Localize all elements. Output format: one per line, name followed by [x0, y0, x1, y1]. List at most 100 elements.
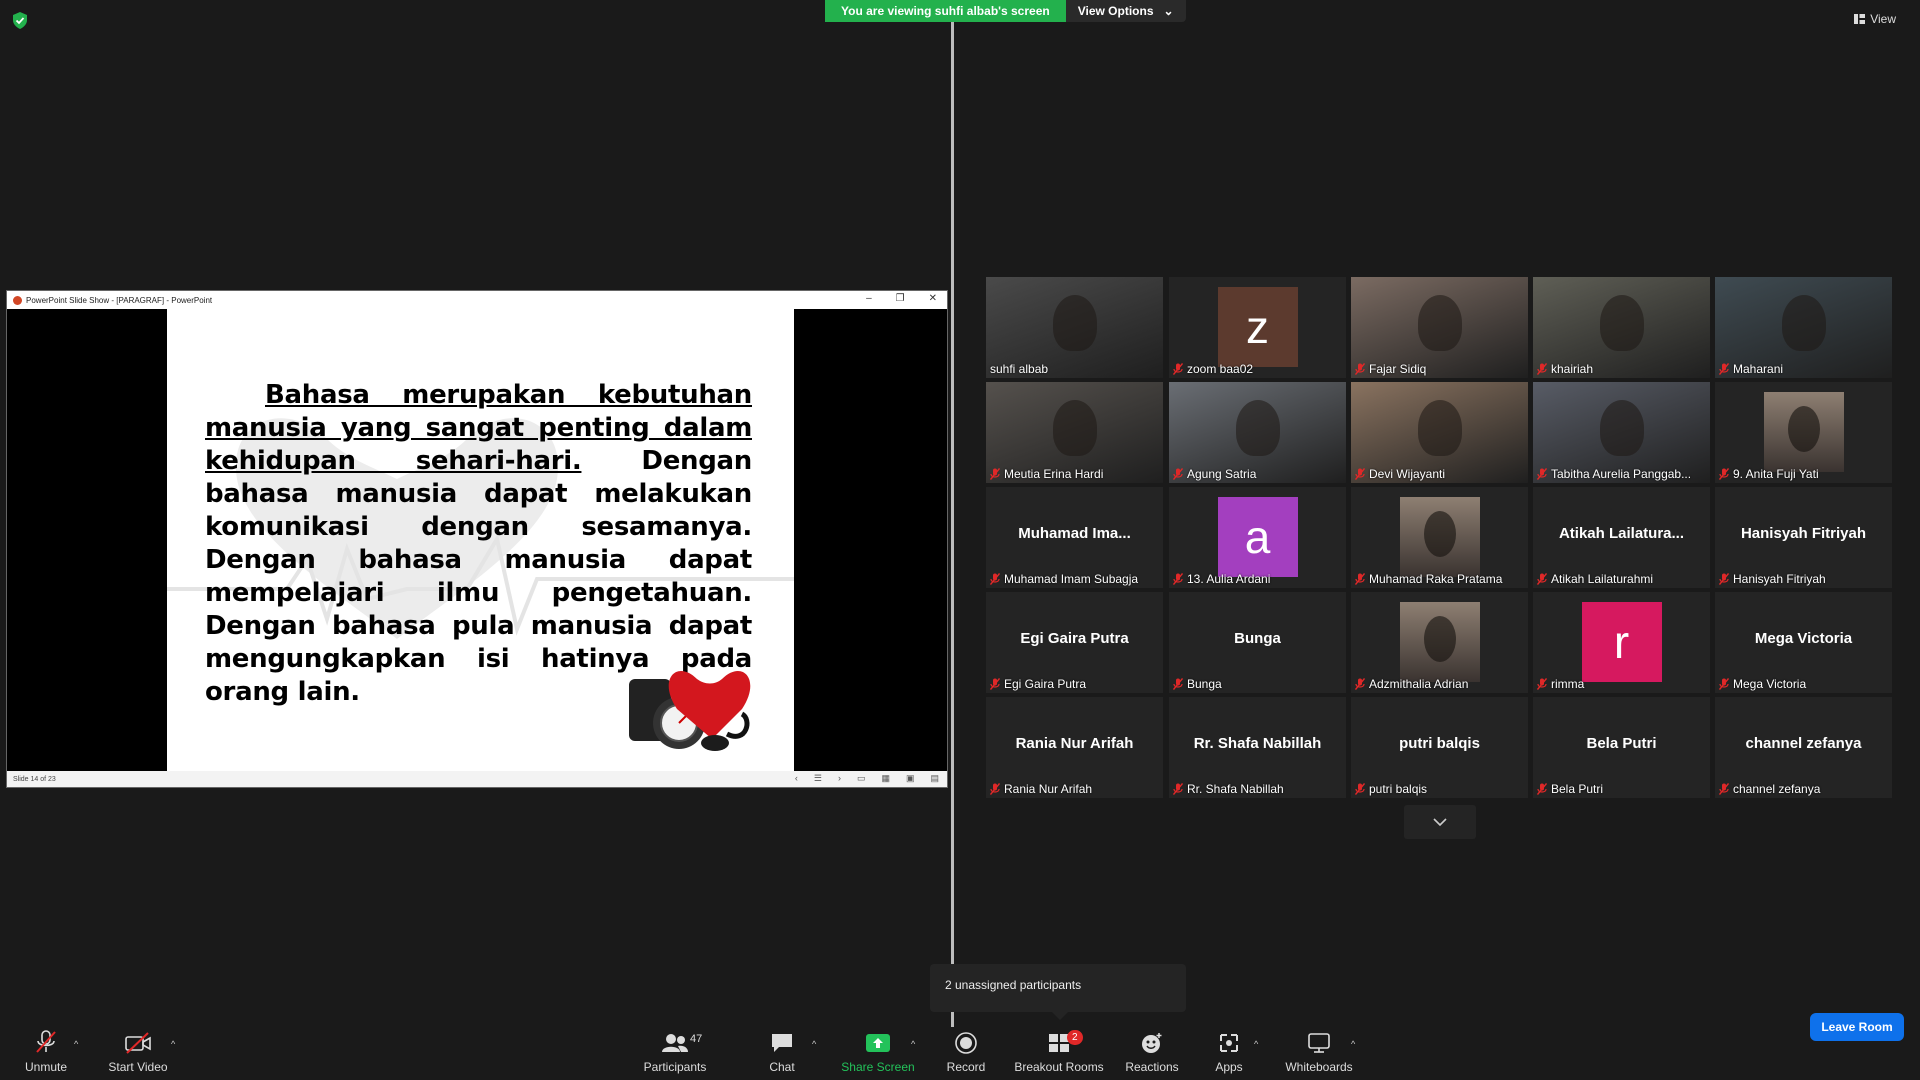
participant-name: Hanisyah Fitriyah [1733, 572, 1826, 586]
participant-name-label: Maharani [1719, 362, 1783, 376]
participant-name: khairiah [1551, 362, 1594, 376]
muted-mic-icon [1719, 783, 1729, 795]
participant-silhouette [1599, 400, 1644, 456]
powerpoint-window-title: PowerPoint Slide Show - [PARAGRAF] - Pow… [26, 295, 213, 305]
window-controls: – ❐ ✕ [866, 293, 937, 304]
participants-button[interactable]: Participants 47 [638, 1027, 712, 1080]
reactions-label: Reactions [1125, 1060, 1179, 1074]
muted-mic-icon [1719, 468, 1729, 480]
start-video-button[interactable]: Start Video [104, 1027, 172, 1080]
whiteboards-options-caret[interactable]: ^ [1351, 1039, 1355, 1049]
participant-name-label: Fajar Sidiq [1355, 362, 1426, 376]
view-button[interactable]: View [1854, 12, 1896, 26]
previous-slide-icon: ‹ [794, 773, 798, 783]
participant-silhouette [1235, 400, 1280, 456]
participant-tile[interactable]: Egi Gaira Putra Egi Gaira Putra [986, 592, 1163, 693]
participant-tile[interactable]: Rania Nur Arifah Rania Nur Arifah [986, 697, 1163, 798]
participant-silhouette [1052, 295, 1097, 351]
participant-name: Bela Putri [1551, 782, 1604, 796]
participant-tile[interactable]: channel zefanya channel zefanya [1715, 697, 1892, 798]
participant-name-label: Adzmithalia Adrian [1355, 677, 1468, 691]
participant-name-label: Devi Wijayanti [1355, 467, 1445, 481]
muted-mic-icon [1537, 363, 1547, 375]
video-off-icon [125, 1032, 151, 1054]
participant-silhouette [1423, 511, 1456, 557]
participant-name: Bunga [1187, 677, 1222, 691]
participant-tile[interactable]: putri balqis putri balqis [1351, 697, 1528, 798]
participant-name-label: Mega Victoria [1719, 677, 1806, 691]
unmute-button[interactable]: Unmute [22, 1027, 70, 1080]
participant-tile[interactable]: Meutia Erina Hardi [986, 382, 1163, 483]
participant-tile[interactable]: a 13. Aulia Ardani [1169, 487, 1346, 588]
slide-view-controls: ‹ ☰ › ▭ ▦ ▣ ▤ [795, 773, 939, 784]
unassigned-participants-popup[interactable]: 2 unassigned participants [930, 964, 1186, 1020]
participant-name-label: 9. Anita Fuji Yati [1719, 467, 1819, 481]
apps-button[interactable]: Apps [1211, 1027, 1247, 1080]
participant-tile[interactable]: Agung Satria [1169, 382, 1346, 483]
whiteboards-button[interactable]: Whiteboards [1282, 1027, 1356, 1080]
chat-options-caret[interactable]: ^ [812, 1039, 816, 1049]
participant-tile[interactable]: Bunga Bunga [1169, 592, 1346, 693]
participant-tile[interactable]: Mega Victoria Mega Victoria [1715, 592, 1892, 693]
next-page-button[interactable] [1404, 805, 1476, 839]
encryption-shield-icon[interactable] [12, 12, 28, 29]
participant-name-label: zoom baa02 [1173, 362, 1253, 376]
apps-icon [1220, 1034, 1238, 1052]
participant-name-label: channel zefanya [1719, 782, 1820, 796]
participant-name-label: Muhamad Raka Pratama [1355, 572, 1502, 586]
reactions-button[interactable]: Reactions [1124, 1027, 1180, 1080]
zoom-meeting-window: You are viewing suhfi albab's screen Vie… [0, 0, 1920, 1080]
participant-tile[interactable]: suhfi albab [986, 277, 1163, 378]
participant-name: zoom baa02 [1187, 362, 1254, 376]
unassigned-participants-text: 2 unassigned participants [945, 978, 1082, 992]
participant-tile[interactable]: Hanisyah Fitriyah Hanisyah Fitriyah [1715, 487, 1892, 588]
participant-tile[interactable]: khairiah [1533, 277, 1710, 378]
powerpoint-title-bar: PowerPoint Slide Show - [PARAGRAF] - Pow… [7, 291, 947, 309]
share-options-caret[interactable]: ^ [911, 1039, 915, 1049]
leave-room-button[interactable]: Leave Room [1810, 1013, 1904, 1041]
split-view-divider[interactable] [951, 22, 954, 1027]
participant-silhouette [1599, 295, 1644, 351]
apps-options-caret[interactable]: ^ [1254, 1039, 1258, 1049]
participant-silhouette [1417, 295, 1462, 351]
participants-label: Participants [643, 1060, 707, 1074]
participant-display-name: putri balqis [1399, 735, 1480, 752]
muted-mic-icon [36, 1030, 56, 1053]
participant-tile[interactable]: Tabitha Aurelia Panggab... [1533, 382, 1710, 483]
muted-mic-icon [1355, 678, 1365, 690]
shared-screen: PowerPoint Slide Show - [PARAGRAF] - Pow… [6, 290, 948, 788]
participant-tile[interactable]: Atikah Lailatura... Atikah Lailaturahmi [1533, 487, 1710, 588]
video-options-caret[interactable]: ^ [171, 1039, 175, 1049]
participant-tile[interactable]: Bela Putri Bela Putri [1533, 697, 1710, 798]
participant-tile[interactable]: Adzmithalia Adrian [1351, 592, 1528, 693]
participant-tile[interactable]: r rimma [1533, 592, 1710, 693]
participant-name-label: khairiah [1537, 362, 1593, 376]
participant-tile[interactable]: Devi Wijayanti [1351, 382, 1528, 483]
participant-tile[interactable]: Maharani [1715, 277, 1892, 378]
share-screen-button[interactable]: Share Screen [838, 1027, 918, 1080]
participant-name: Atikah Lailaturahmi [1551, 572, 1654, 586]
participant-display-name: Bela Putri [1586, 735, 1657, 752]
muted-mic-icon [1537, 468, 1547, 480]
participant-tile[interactable]: Muhamad Ima... Muhamad Imam Subagja [986, 487, 1163, 588]
breakout-rooms-button[interactable]: Breakout Rooms 2 [1013, 1027, 1105, 1080]
participant-name: Fajar Sidiq [1369, 362, 1427, 376]
record-button[interactable]: Record [942, 1027, 990, 1080]
grid-view-icon [1854, 14, 1866, 24]
participant-tile[interactable]: 9. Anita Fuji Yati [1715, 382, 1892, 483]
participant-tile[interactable]: Fajar Sidiq [1351, 277, 1528, 378]
participant-display-name: Mega Victoria [1754, 630, 1853, 647]
view-options-button[interactable]: View Options ⌄ [1065, 0, 1186, 22]
participant-name: Rr. Shafa Nabillah [1187, 782, 1284, 796]
muted-mic-icon [1537, 573, 1547, 585]
chat-button[interactable]: Chat [762, 1027, 802, 1080]
restore-icon: ❐ [895, 293, 905, 304]
participant-name-label: Atikah Lailaturahmi [1537, 572, 1653, 586]
participant-tile[interactable]: z zoom baa02 [1169, 277, 1346, 378]
participant-name: Muhamad Raka Pratama [1369, 572, 1503, 586]
participant-tile[interactable]: Muhamad Raka Pratama [1351, 487, 1528, 588]
audio-options-caret[interactable]: ^ [74, 1039, 78, 1049]
leave-room-label: Leave Room [1821, 1020, 1893, 1034]
participant-name-label: Muhamad Imam Subagja [990, 572, 1138, 586]
participant-tile[interactable]: Rr. Shafa Nabillah Rr. Shafa Nabillah [1169, 697, 1346, 798]
